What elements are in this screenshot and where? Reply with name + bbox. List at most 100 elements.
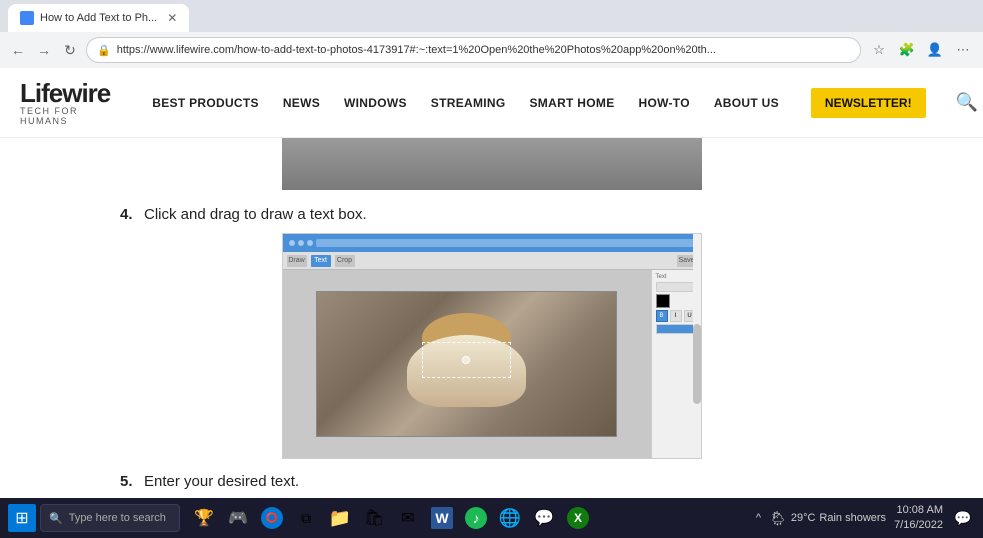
xbox-icon: X xyxy=(567,507,589,529)
weather-temp: 29°C xyxy=(791,512,816,524)
taskbar-app-mail[interactable]: ✉ xyxy=(392,502,424,534)
site-logo[interactable]: Lifewire TECH FOR HUMANS xyxy=(20,80,110,126)
chrome-icon: 🌐 xyxy=(499,507,521,529)
extensions-button[interactable]: 🧩 xyxy=(895,38,919,62)
step5-row: 5. Enter your desired text. xyxy=(80,473,903,490)
tab-favicon xyxy=(20,11,34,25)
back-button[interactable]: ← xyxy=(8,40,28,60)
dog-photo xyxy=(316,291,618,438)
sidebar-style-row: B I U xyxy=(656,310,697,322)
logo-subtitle: TECH FOR HUMANS xyxy=(20,106,110,126)
step4-row: 4. Click and drag to draw a text box. xyxy=(80,206,903,223)
step5-number: 5. xyxy=(120,473,140,490)
nav-windows[interactable]: WINDOWS xyxy=(332,96,419,110)
step4-text: Click and drag to draw a text box. xyxy=(144,206,367,223)
taskbar-app-word[interactable]: W xyxy=(426,502,458,534)
task-view-icon: ⧉ xyxy=(295,507,317,529)
taskbar-app-messaging[interactable]: 💬 xyxy=(528,502,560,534)
trophy-icon: 🏆 xyxy=(193,507,215,529)
clock-date: 7/16/2022 xyxy=(894,518,943,533)
step4-number: 4. xyxy=(120,206,140,223)
active-tab[interactable]: How to Add Text to Ph... ✕ xyxy=(8,4,189,32)
sidebar-size-control xyxy=(656,324,697,334)
nav-smart-home[interactable]: SMART HOME xyxy=(518,96,627,110)
browser-toolbar: ← → ↻ 🔒 https://www.lifewire.com/how-to-… xyxy=(0,32,983,68)
scrollbar[interactable] xyxy=(693,234,701,458)
tab-title: How to Add Text to Ph... xyxy=(40,12,157,24)
newsletter-button[interactable]: NEWSLETTER! xyxy=(811,88,926,118)
fake-app-toolbar xyxy=(283,234,701,252)
tab-close-button[interactable]: ✕ xyxy=(167,11,177,25)
menu-button[interactable]: ⋯ xyxy=(951,38,975,62)
search-icon[interactable]: 🔍 xyxy=(956,92,978,113)
main-nav: BEST PRODUCTS NEWS WINDOWS STREAMING SMA… xyxy=(140,96,791,110)
step4-screenshot: Draw Text Crop Save xyxy=(282,233,702,459)
messaging-icon: 💬 xyxy=(533,507,555,529)
taskbar-app-game[interactable]: 🎮 xyxy=(222,502,254,534)
notification-button[interactable]: 💬 xyxy=(951,506,975,530)
clock-time: 10:08 AM xyxy=(894,503,943,518)
fake-toolbar-dot2 xyxy=(298,240,304,246)
address-bar[interactable]: 🔒 https://www.lifewire.com/how-to-add-te… xyxy=(86,37,861,63)
taskbar-right: ^ 🌦 29°C Rain showers 10:08 AM 7/16/2022… xyxy=(756,503,975,534)
reload-button[interactable]: ↻ xyxy=(60,40,80,60)
nav-about-us[interactable]: ABOUT US xyxy=(702,96,791,110)
logo-text: Lifewire xyxy=(20,80,110,106)
taskbar-apps: 🏆 🎮 ⭕ ⧉ 📁 🛍 ✉ W ♪ 🌐 💬 xyxy=(188,502,594,534)
spotify-icon: ♪ xyxy=(465,507,487,529)
step3-image xyxy=(282,138,702,190)
taskbar: ⊞ 🔍 Type here to search 🏆 🎮 ⭕ ⧉ 📁 🛍 ✉ W xyxy=(0,498,983,538)
fake-toolbar-dot3 xyxy=(307,240,313,246)
browser-actions: ☆ 🧩 👤 ⋯ xyxy=(867,38,975,62)
article-content: 4. Click and drag to draw a text box. Dr… xyxy=(0,138,983,498)
store-icon: 🛍 xyxy=(363,507,385,529)
step3-image-inner xyxy=(282,138,702,190)
clock-area[interactable]: 10:08 AM 7/16/2022 xyxy=(894,503,943,534)
taskbar-search-icon: 🔍 xyxy=(49,512,63,525)
nav-news[interactable]: NEWS xyxy=(271,96,332,110)
sidebar-color-swatch xyxy=(656,294,670,308)
tool-text: Text xyxy=(311,255,331,267)
site-header: Lifewire TECH FOR HUMANS BEST PRODUCTS N… xyxy=(0,68,983,138)
forward-button[interactable]: → xyxy=(34,40,54,60)
step4-screenshot-container: Draw Text Crop Save xyxy=(282,233,702,459)
sidebar-bold-btn: B xyxy=(656,310,668,322)
taskbar-app-store[interactable]: 🛍 xyxy=(358,502,390,534)
nav-best-products[interactable]: BEST PRODUCTS xyxy=(140,96,271,110)
step5-text: Enter your desired text. xyxy=(144,473,299,490)
taskbar-app-task-view[interactable]: ⧉ xyxy=(290,502,322,534)
taskbar-app-trophy[interactable]: 🏆 xyxy=(188,502,220,534)
fake-toolbar-bar xyxy=(316,239,695,247)
fake-content-tools: Draw Text Crop Save xyxy=(283,252,701,270)
sidebar-text-label: Text xyxy=(656,274,697,280)
game-icon: 🎮 xyxy=(227,507,249,529)
website-content: Lifewire TECH FOR HUMANS BEST PRODUCTS N… xyxy=(0,68,983,498)
word-icon: W xyxy=(431,507,453,529)
tab-bar: How to Add Text to Ph... ✕ xyxy=(0,0,983,32)
start-button[interactable]: ⊞ xyxy=(8,504,36,532)
sidebar-italic-btn: I xyxy=(670,310,682,322)
step3-image-container xyxy=(282,138,702,190)
taskbar-app-cortana[interactable]: ⭕ xyxy=(256,502,288,534)
cortana-icon: ⭕ xyxy=(261,507,283,529)
photo-area: Text B I U xyxy=(283,270,701,458)
taskbar-app-spotify[interactable]: ♪ xyxy=(460,502,492,534)
weather-icon: 🌦 xyxy=(769,510,787,527)
taskbar-app-explorer[interactable]: 📁 xyxy=(324,502,356,534)
taskbar-search[interactable]: 🔍 Type here to search xyxy=(40,504,180,532)
taskbar-app-chrome[interactable]: 🌐 xyxy=(494,502,526,534)
fake-toolbar-dot1 xyxy=(289,240,295,246)
weather-desc: Rain showers xyxy=(819,512,886,524)
taskbar-app-xbox[interactable]: X xyxy=(562,502,594,534)
weather-info[interactable]: 🌦 29°C Rain showers xyxy=(769,510,886,527)
tool-draw: Draw xyxy=(287,255,307,267)
system-tray: ^ xyxy=(756,512,761,524)
tray-chevron[interactable]: ^ xyxy=(756,512,761,524)
bookmark-button[interactable]: ☆ xyxy=(867,38,891,62)
nav-how-to[interactable]: HOW-TO xyxy=(627,96,702,110)
scrollbar-thumb xyxy=(693,324,701,404)
sidebar-text-section: Text B I U xyxy=(656,274,697,334)
nav-streaming[interactable]: STREAMING xyxy=(419,96,518,110)
lock-icon: 🔒 xyxy=(97,44,111,57)
profile-button[interactable]: 👤 xyxy=(923,38,947,62)
